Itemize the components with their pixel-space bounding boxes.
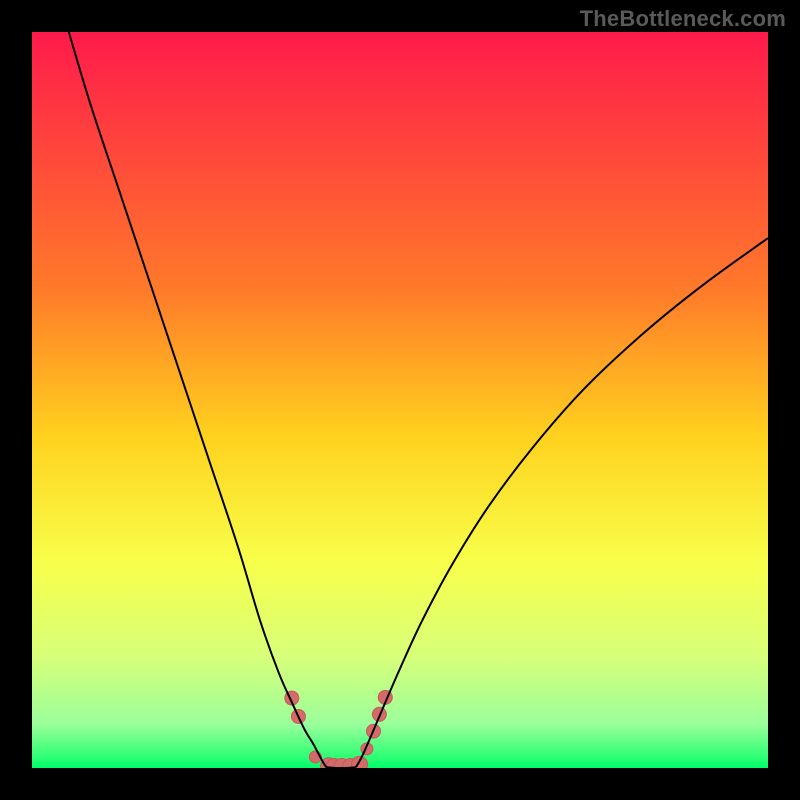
left-curve-path: [69, 32, 327, 767]
watermark-text: TheBottleneck.com: [580, 6, 786, 32]
chart-stage: TheBottleneck.com: [0, 0, 800, 800]
floor-curve-path: [326, 767, 355, 768]
plot-area: [32, 32, 768, 768]
curve-layer: [32, 32, 768, 768]
right-curve-path: [356, 238, 768, 767]
marker-group: [285, 690, 392, 768]
